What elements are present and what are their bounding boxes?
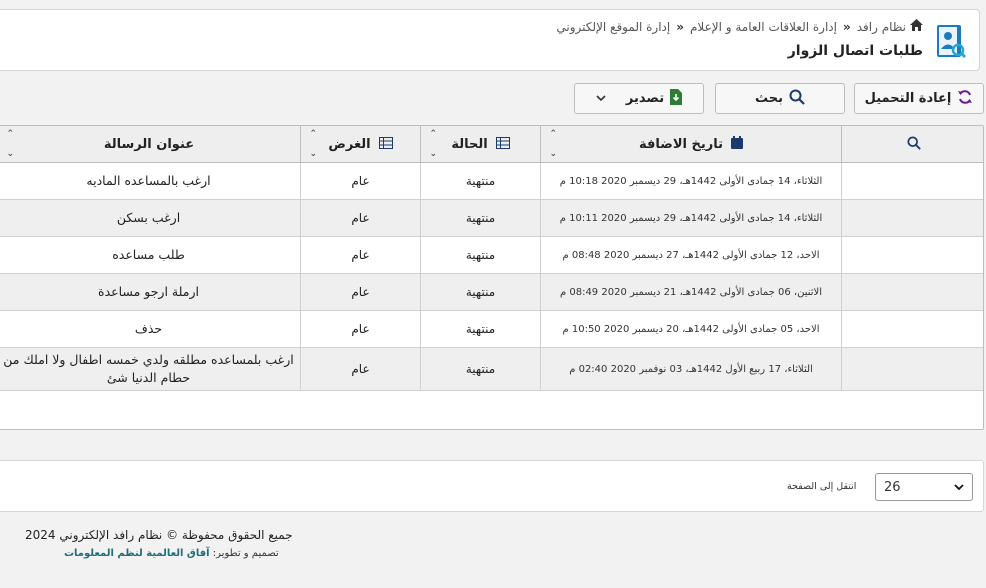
footer-copyright: جميع الحقوق محفوظة © نظام رافد الإلكترون… (25, 528, 293, 542)
row-select-cell[interactable] (841, 311, 983, 347)
page-header: نظام رافد « إدارة العلاقات العامة و الإع… (0, 9, 980, 71)
pagination-bar: 26 انتقل إلى الصفحة (0, 460, 984, 512)
footer-credit-brand-link[interactable]: آفاق العالمية لنظم المعلومات (64, 548, 210, 559)
export-button-label: تصدير (625, 91, 665, 106)
column-label: الغرض (328, 137, 371, 152)
purpose-cell: عام (300, 200, 420, 236)
status-cell: منتهية (420, 163, 540, 199)
subject-cell: طلب مساعده (112, 247, 185, 262)
date-cell: الثلاثاء، 17 ربيع الأول 1442هـ، 03 نوفمب… (540, 348, 841, 390)
table-row[interactable]: الاحد، 05 جمادى الأولى 1442هـ، 20 ديسمبر… (0, 311, 983, 348)
table-row[interactable]: الثلاثاء، 14 جمادى الأولى 1442هـ، 29 ديس… (0, 163, 983, 200)
purpose-cell: عام (300, 348, 420, 390)
status-cell: منتهية (420, 200, 540, 236)
page-select-label: انتقل إلى الصفحة (787, 481, 857, 492)
contacts-book-icon (935, 23, 967, 59)
table-header: تاريخ الاضافة ⌃ ⌄ الحالة ⌃ ⌄ الغرض ⌃ ⌄ عنوا… (0, 126, 983, 163)
purpose-cell: عام (300, 163, 420, 199)
export-dropdown-button[interactable]: تصدير (574, 83, 704, 114)
row-select-cell[interactable] (841, 348, 983, 390)
table-row[interactable]: الاحد، 12 جمادى الأولى 1442هـ، 27 ديسمبر… (0, 237, 983, 274)
breadcrumb-level1[interactable]: إدارة العلاقات العامة و الإعلام (690, 20, 837, 34)
table-row[interactable]: الثلاثاء، 14 جمادى الأولى 1442هـ، 29 ديس… (0, 200, 983, 237)
sort-arrows-icon[interactable]: ⌃ ⌄ (4, 130, 14, 159)
chevron-down-icon (954, 480, 964, 495)
date-cell: الاثنين، 06 جمادى الأولى 1442هـ، 21 ديسم… (540, 274, 841, 310)
breadcrumb-level2[interactable]: إدارة الموقع الإلكتروني (556, 20, 670, 34)
date-cell: الاحد، 05 جمادى الأولى 1442هـ، 20 ديسمبر… (540, 311, 841, 347)
subject-cell: حذف (134, 321, 163, 336)
home-icon[interactable] (910, 19, 923, 34)
date-cell: الثلاثاء، 14 جمادى الأولى 1442هـ، 29 ديس… (540, 163, 841, 199)
subject-cell: ارغب بسكن (116, 210, 181, 225)
file-download-icon (670, 88, 683, 109)
breadcrumb: نظام رافد « إدارة العلاقات العامة و الإع… (556, 19, 923, 34)
column-label: عنوان الرسالة (103, 137, 195, 152)
table-row[interactable]: الثلاثاء، 17 ربيع الأول 1442هـ، 03 نوفمب… (0, 348, 983, 391)
breadcrumb-separator-icon: « (842, 19, 851, 34)
subject-cell: ارملة ارجو مساعدة (98, 284, 199, 299)
search-icon (789, 89, 805, 109)
status-cell: منتهية (420, 274, 540, 310)
table-list-icon (378, 136, 393, 153)
sort-arrows-icon[interactable]: ⌃ ⌄ (307, 130, 317, 159)
column-label: تاريخ الاضافة (639, 137, 723, 152)
sort-arrows-icon[interactable]: ⌃ ⌄ (427, 130, 437, 159)
date-cell: الاحد، 12 جمادى الأولى 1442هـ، 27 ديسمبر… (540, 237, 841, 273)
footer-credit-prefix: تصميم و تطوير: (212, 548, 279, 559)
purpose-cell: عام (300, 237, 420, 273)
table-list-icon (495, 136, 510, 153)
requests-table: تاريخ الاضافة ⌃ ⌄ الحالة ⌃ ⌄ الغرض ⌃ ⌄ عنوا… (0, 125, 984, 430)
reload-button[interactable]: إعادة التحميل (854, 83, 984, 114)
purpose-cell: عام (300, 274, 420, 310)
breadcrumb-separator-icon: « (676, 19, 684, 34)
refresh-icon (957, 89, 973, 109)
footer-credit: تصميم و تطوير: آفاق العالمية لنظم المعلو… (64, 548, 279, 559)
row-select-cell[interactable] (841, 274, 983, 310)
date-cell: الثلاثاء، 14 جمادى الأولى 1442هـ، 29 ديس… (540, 200, 841, 236)
row-select-cell[interactable] (841, 237, 983, 273)
subject-cell: ارغب بلمساعده مطلقه ولدي خمسه اطفال ولا … (3, 352, 294, 385)
sort-arrows-icon[interactable]: ⌃ ⌄ (547, 130, 557, 159)
status-cell: منتهية (420, 311, 540, 347)
chevron-down-icon (596, 91, 606, 106)
search-button-label: بحث (755, 91, 784, 106)
row-select-cell[interactable] (841, 200, 983, 236)
calendar-icon (731, 136, 743, 153)
search-icon[interactable] (906, 135, 921, 154)
subject-cell: ارغب بالمساعده الماديه (86, 173, 211, 188)
column-search[interactable] (841, 126, 983, 163)
table-row[interactable]: الاثنين، 06 جمادى الأولى 1442هـ، 21 ديسم… (0, 274, 983, 311)
column-header-subject[interactable]: عنوان الرسالة ⌃ ⌄ (0, 126, 300, 163)
page-select-value: 26 (884, 479, 901, 495)
page-select[interactable]: 26 (875, 473, 973, 501)
column-header-purpose[interactable]: الغرض ⌃ ⌄ (300, 126, 420, 163)
status-cell: منتهية (420, 348, 540, 390)
column-header-status[interactable]: الحالة ⌃ ⌄ (420, 126, 540, 163)
purpose-cell: عام (300, 311, 420, 347)
row-select-cell[interactable] (841, 163, 983, 199)
reload-button-label: إعادة التحميل (864, 91, 952, 106)
column-label: الحالة (451, 137, 488, 152)
breadcrumb-home[interactable]: نظام رافد (857, 20, 906, 34)
status-cell: منتهية (420, 237, 540, 273)
column-header-date[interactable]: تاريخ الاضافة ⌃ ⌄ (540, 126, 841, 163)
page-title: طلبات اتصال الزوار (787, 43, 923, 59)
search-button[interactable]: بحث (715, 83, 845, 114)
